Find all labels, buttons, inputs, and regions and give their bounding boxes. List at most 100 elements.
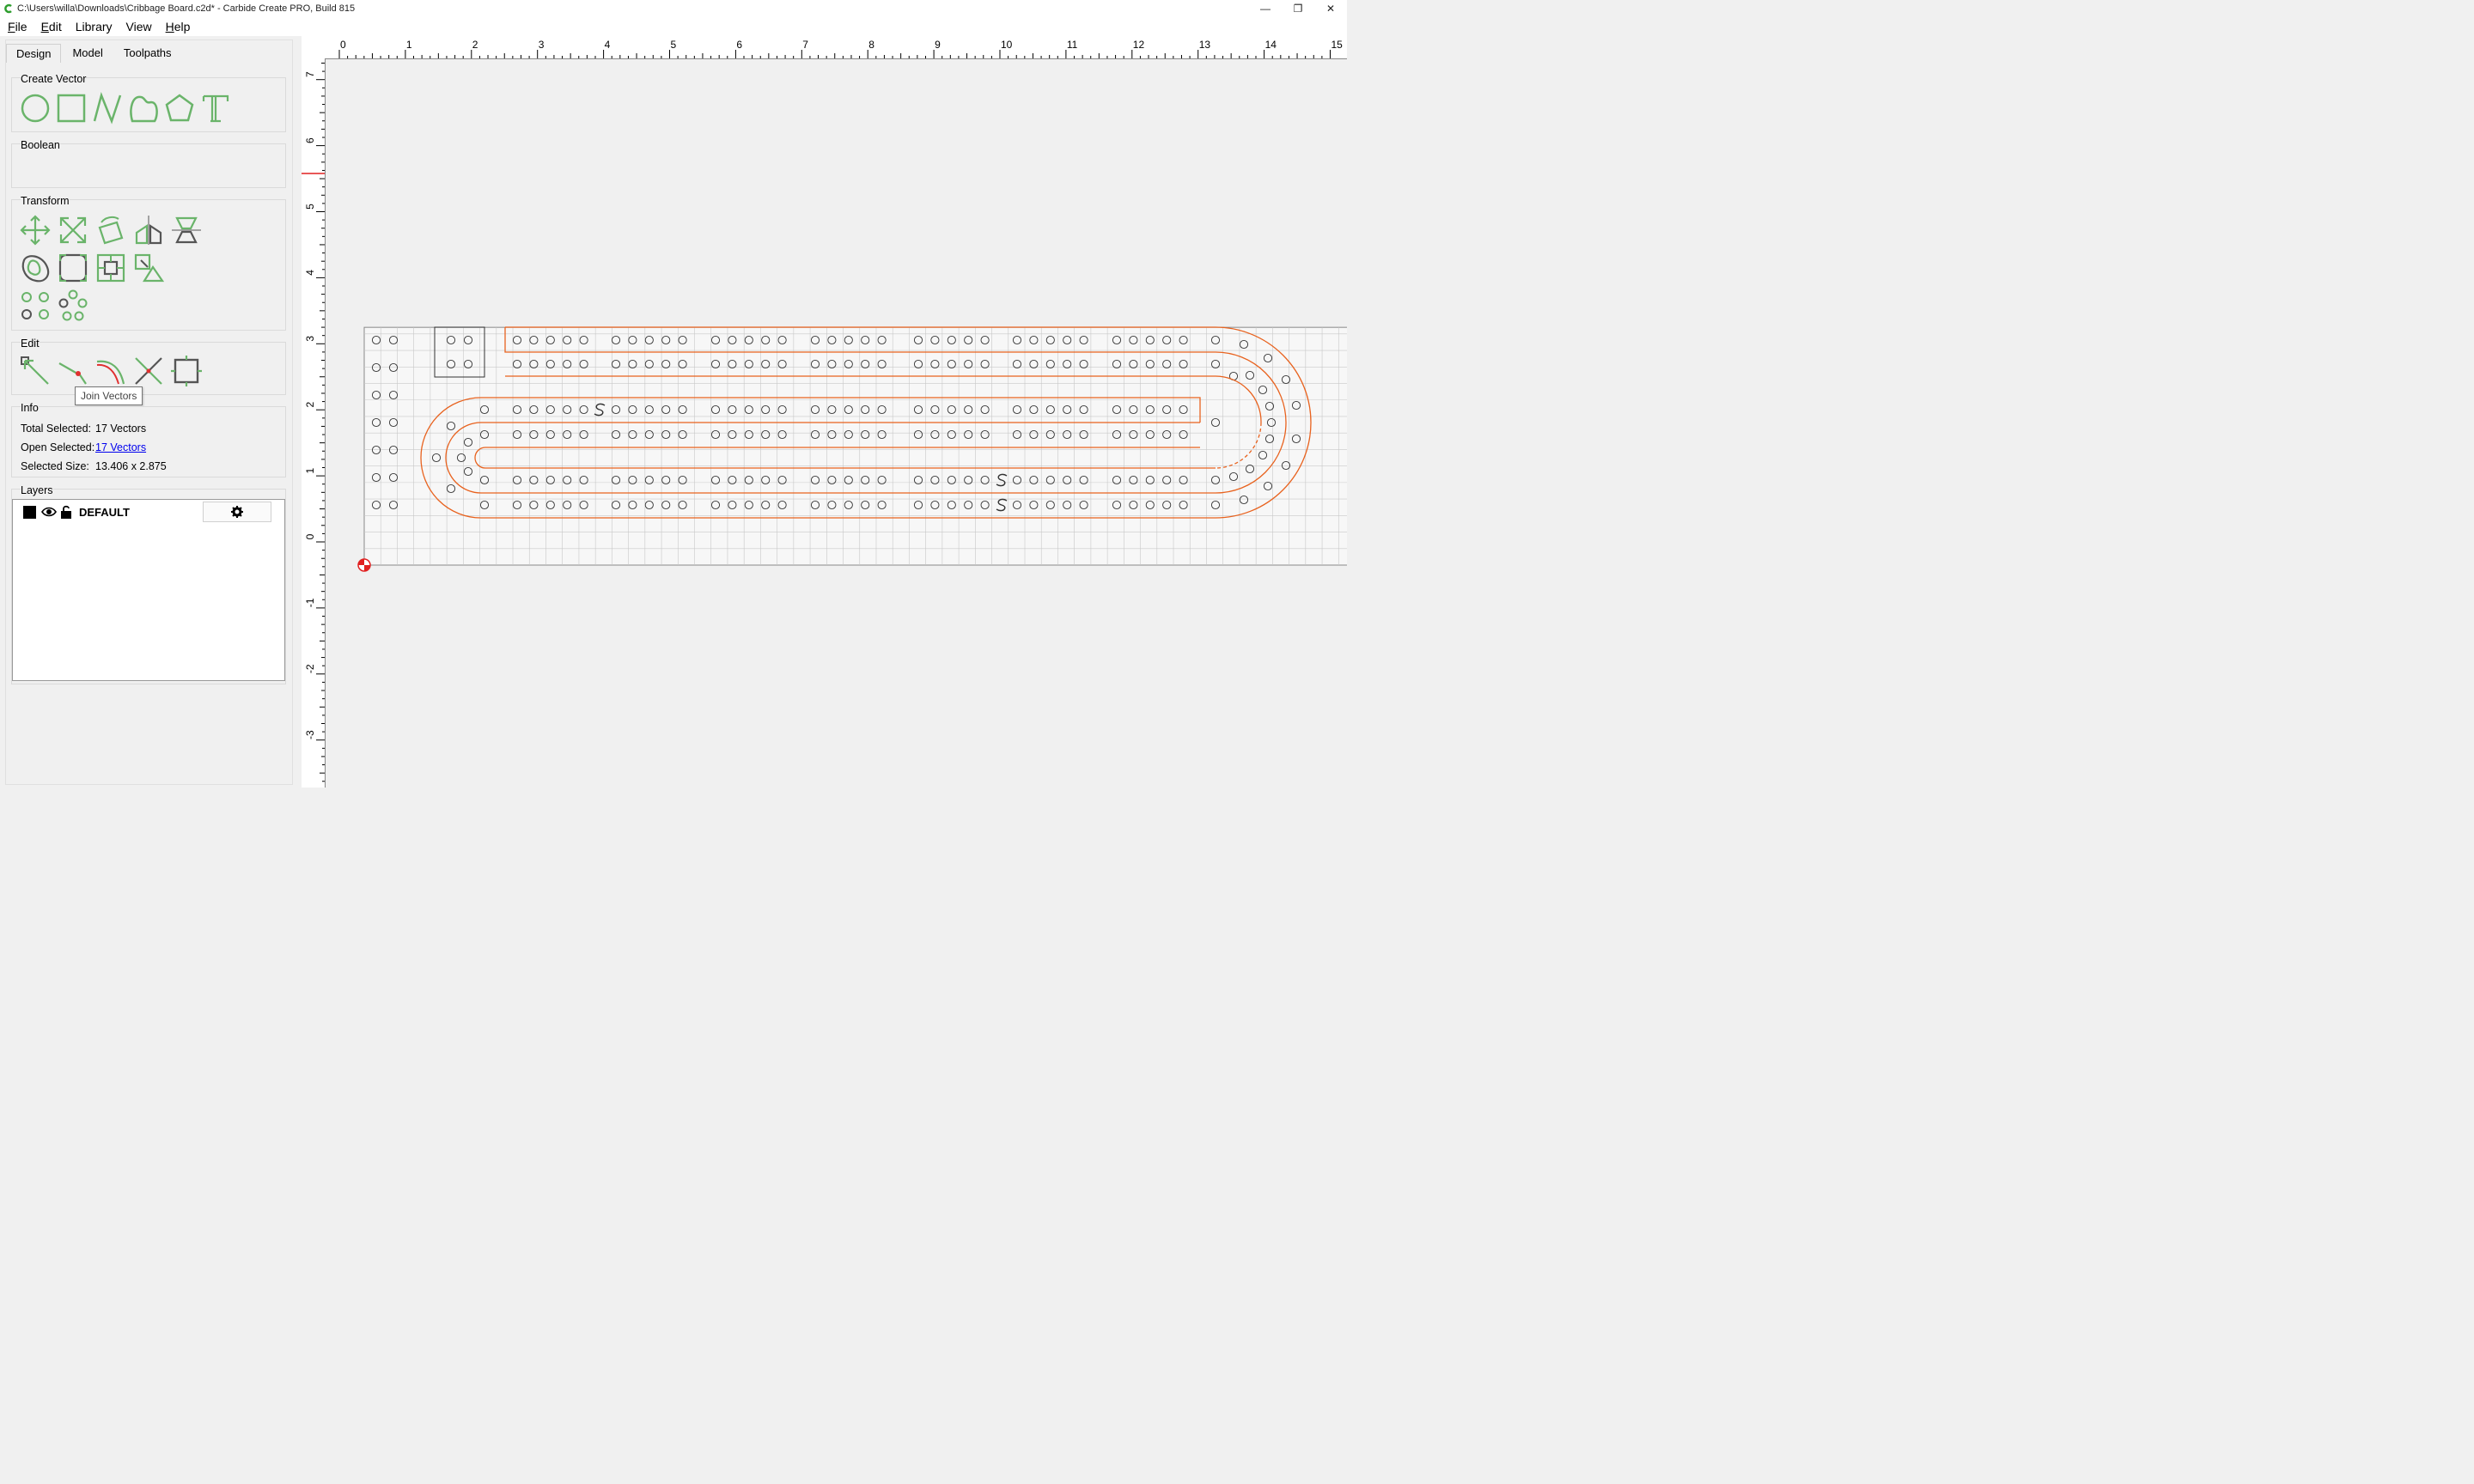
ruler-h-label: 8 [868, 39, 874, 51]
offset-tool[interactable] [19, 252, 52, 284]
ruler-v-label: 2 [304, 402, 316, 408]
ruler-h-label: 2 [472, 39, 478, 51]
design-canvas[interactable] [326, 59, 1358, 788]
unlock-icon[interactable] [60, 505, 72, 519]
design-panel: Design Model Toolpaths Create Vector Boo… [5, 40, 293, 785]
info-selected-size: Selected Size: 13.406 x 2.875 [21, 460, 167, 472]
scale-tool[interactable] [57, 214, 89, 246]
selected-size-label: Selected Size: [21, 460, 89, 472]
smooth-icon [96, 360, 125, 385]
join-vectors-icon [58, 362, 87, 385]
ruler-h-label: 0 [340, 39, 346, 51]
node-edit-icon [21, 356, 49, 385]
menu-file-mnemonic: F [8, 20, 15, 33]
minimize-button[interactable]: — [1249, 0, 1282, 17]
trim-tool[interactable] [132, 355, 165, 387]
menu-file-label: ile [15, 20, 27, 33]
offset-icon [21, 255, 50, 283]
curve-tool[interactable] [127, 92, 160, 125]
layer-row[interactable]: DEFAULT [23, 505, 130, 519]
origin-marker-icon [357, 558, 371, 572]
ruler-h-label: 13 [1199, 39, 1211, 51]
ruler-v-label: 0 [304, 533, 316, 539]
ruler-v-label: 1 [304, 467, 316, 473]
fillet-icon [58, 253, 88, 283]
tab-design[interactable]: Design [6, 44, 62, 63]
circular-array-tool[interactable] [57, 289, 89, 322]
align-tool[interactable] [170, 214, 203, 246]
maximize-button[interactable]: ❐ [1282, 0, 1314, 17]
total-selected-value: 17 Vectors [95, 423, 147, 435]
open-selected-link[interactable]: 17 Vectors [95, 441, 146, 453]
menu-view[interactable]: View [126, 20, 152, 33]
info-title: Info [21, 402, 39, 414]
text-icon [202, 94, 229, 123]
bounding-tool[interactable] [170, 355, 203, 387]
close-button[interactable]: ✕ [1314, 0, 1347, 17]
ruler-h-label: 15 [1331, 39, 1344, 51]
ruler-v-label: -3 [304, 730, 316, 739]
circular-array-icon [58, 289, 88, 321]
ruler-h-label: 5 [671, 39, 677, 51]
join-vectors-tool[interactable] [57, 355, 89, 387]
polygon-icon [165, 94, 194, 122]
selected-size-value: 13.406 x 2.875 [95, 460, 167, 472]
polyline-icon [93, 92, 122, 125]
menu-help[interactable]: Help [166, 20, 191, 33]
smooth-tool[interactable] [94, 355, 127, 387]
menu-edit[interactable]: Edit [41, 20, 62, 33]
open-selected-label: Open Selected: [21, 441, 95, 453]
menu-edit-label: dit [48, 20, 62, 33]
vertical-ruler: 7 6 5 4 3 2 1 0 -1 -2 -3 [302, 58, 326, 788]
bounding-rect-icon [171, 356, 202, 386]
menu-bar: File Edit Library View Help [0, 17, 1347, 36]
info-group: Info Total Selected: 17 Vectors Open Sel… [11, 402, 286, 477]
node-edit-tool[interactable] [19, 355, 52, 387]
rotate-tool[interactable] [94, 214, 127, 246]
layer-settings-button[interactable] [203, 502, 271, 522]
ruler-h-label: 14 [1265, 39, 1277, 51]
array-tool[interactable] [19, 289, 52, 322]
curve-icon [130, 95, 158, 123]
edit-group: Edit [11, 338, 286, 395]
eye-icon[interactable] [41, 506, 57, 518]
tab-model[interactable]: Model [63, 44, 112, 63]
info-open-selected: Open Selected: 17 Vectors [21, 441, 146, 453]
polygon-tool[interactable] [163, 92, 196, 125]
transform-group: Transform [11, 195, 286, 331]
layer-name: DEFAULT [79, 505, 130, 519]
create-vector-group: Create Vector [11, 73, 286, 132]
layer-color-swatch[interactable] [23, 505, 36, 519]
rectangle-tool[interactable] [55, 92, 88, 125]
tab-toolpaths[interactable]: Toolpaths [114, 44, 181, 63]
size-tool[interactable] [132, 252, 165, 284]
info-total-selected: Total Selected: 17 Vectors [21, 423, 146, 435]
window-title: C:\Users\willa\Downloads\Cribbage Board.… [17, 3, 356, 14]
circle-icon [21, 94, 50, 123]
ruler-h-label: 9 [935, 39, 941, 51]
menu-edit-mnemonic: E [40, 20, 49, 33]
align-icon [172, 216, 201, 244]
menu-library[interactable]: Library [76, 20, 113, 33]
ruler-corner [302, 36, 326, 59]
ruler-h-label: 7 [802, 39, 808, 51]
design-drawing[interactable] [326, 59, 1358, 788]
circle-tool[interactable] [19, 92, 52, 125]
ruler-h-label: 11 [1067, 39, 1078, 51]
boolean-title: Boolean [21, 139, 60, 151]
mirror-tool[interactable] [132, 214, 165, 246]
polyline-tool[interactable] [91, 92, 124, 125]
bounding-box-tool[interactable] [94, 252, 127, 284]
text-tool[interactable] [199, 92, 232, 125]
ruler-h-label: 4 [605, 39, 611, 51]
vertical-ruler-ticks: 7 6 5 4 3 2 1 0 -1 -2 -3 [302, 62, 325, 782]
horizontal-ruler: 0 1 2 3 4 5 6 7 8 9 10 11 12 13 14 15 [326, 36, 1347, 59]
ruler-h-label: 10 [1001, 39, 1013, 51]
trim-icon [135, 357, 162, 385]
app-logo-icon [4, 3, 12, 14]
move-tool[interactable] [19, 214, 52, 246]
bounding-box-icon [96, 253, 125, 283]
menu-file[interactable]: File [8, 20, 27, 33]
total-selected-label: Total Selected: [21, 423, 91, 435]
fillet-tool[interactable] [57, 252, 89, 284]
